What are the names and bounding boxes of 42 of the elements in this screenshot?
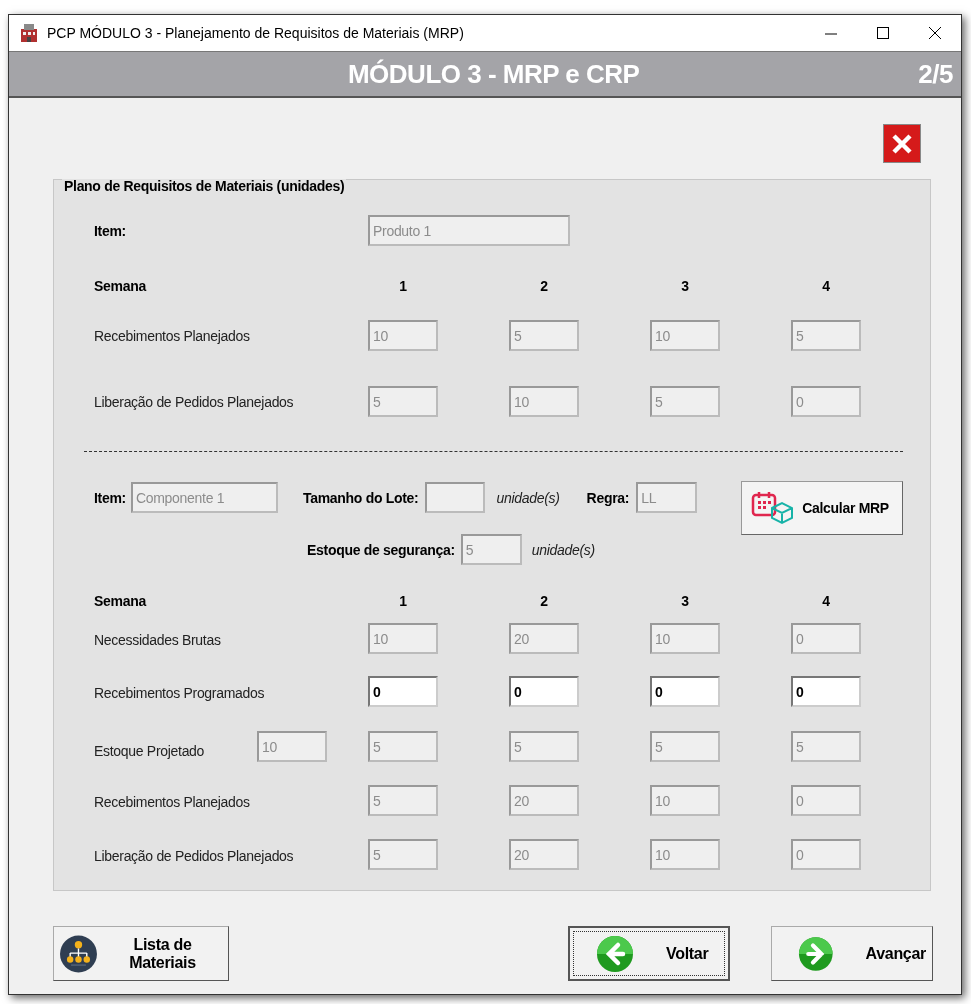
input-field[interactable]: 0	[509, 676, 579, 707]
maximize-icon[interactable]	[876, 26, 890, 40]
safety-stock-label: Estoque de segurança:	[307, 541, 455, 558]
window-title: PCP MÓDULO 3 - Planejamento de Requisitos de Materiais (MRP)	[47, 25, 465, 41]
week-header: Semana	[94, 593, 148, 609]
page-counter: 2/5	[918, 58, 954, 90]
next-button[interactable]: Avançar	[771, 926, 933, 981]
materials-list-button[interactable]: Lista de Materiais	[53, 926, 229, 981]
row-label: Recebimentos Planejados	[94, 794, 250, 810]
row-label: Liberação de Pedidos Planejados	[94, 393, 294, 410]
row-label: Recebimentos Programados	[94, 685, 265, 701]
week-number: 1	[398, 593, 408, 609]
rule-label: Regra:	[586, 489, 630, 506]
hierarchy-icon	[60, 933, 97, 974]
unit-label: unidade(s)	[496, 489, 560, 506]
input-field[interactable]: 0	[650, 676, 720, 707]
week-number: 2	[539, 278, 549, 294]
item-label: Item:	[94, 222, 127, 239]
item-label: Item:	[94, 489, 126, 506]
week-header: Semana	[94, 278, 148, 294]
back-button[interactable]: Voltar	[568, 926, 730, 981]
lot-size-label: Tamanho do Lote:	[302, 489, 419, 506]
unit-label: unidade(s)	[531, 541, 595, 558]
week-number: 4	[821, 593, 831, 609]
input-field[interactable]: 0	[368, 676, 438, 707]
week-number: 4	[821, 278, 831, 294]
week-number: 2	[539, 593, 549, 609]
row-label: Liberação de Pedidos Planejados	[94, 848, 294, 864]
group-title: Plano de Requisitos de Materiais (unidades)	[62, 179, 347, 194]
week-number: 3	[680, 593, 690, 609]
close-icon	[891, 132, 913, 155]
week-number: 1	[398, 278, 408, 294]
calculate-button[interactable]: Calcular MRP	[741, 481, 903, 535]
row-label: Recebimentos Planejados	[94, 327, 250, 344]
input-field[interactable]: 0	[791, 676, 861, 707]
app-icon	[19, 23, 39, 43]
row-label: Estoque Projetado	[94, 743, 205, 759]
close-icon[interactable]	[928, 26, 942, 40]
close-button[interactable]	[883, 124, 921, 163]
module-title: MÓDULO 3 - MRP e CRP	[346, 58, 641, 90]
row-label: Necessidades Brutas	[94, 632, 221, 648]
week-number: 3	[680, 278, 690, 294]
